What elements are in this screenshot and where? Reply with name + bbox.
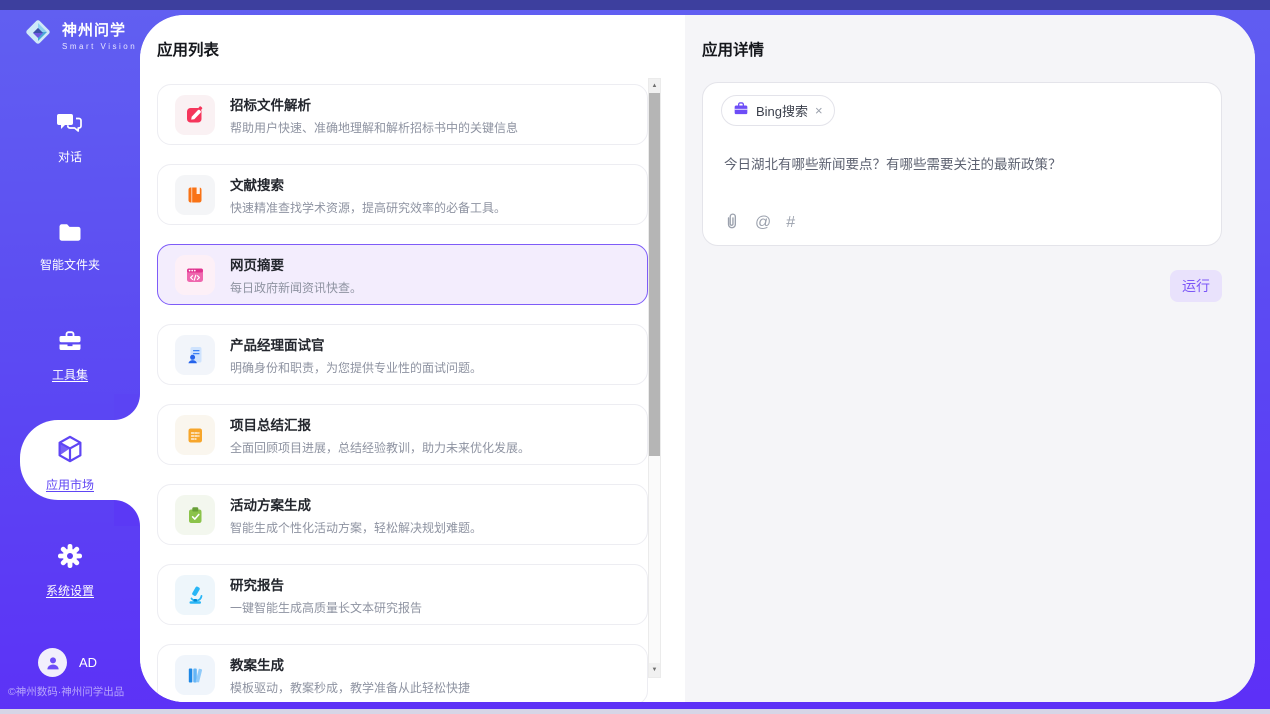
plugin-chip-label: Bing搜索 [756,101,808,120]
sidebar-item-settings[interactable]: 系统设置 [0,542,140,599]
prompt-card: Bing搜索 × 今日湖北有哪些新闻要点？有哪些需要关注的最新政策？ @ # [702,82,1222,246]
bottom-edge-strip [0,709,1270,714]
main-content: 应用列表 招标文件解析 帮助用户快速、准确地理解和解析招标书中的关键信息 [140,15,1255,702]
app-card-name: 文献搜索 [230,174,506,194]
app-card-literature-search[interactable]: 文献搜索 快速精准查找学术资源，提高研究效率的必备工具。 [157,164,648,225]
app-card-desc: 帮助用户快速、准确地理解和解析招标书中的关键信息 [230,119,518,136]
interviewer-icon [175,335,215,375]
paperclip-icon[interactable] [723,211,740,235]
sidebar-item-label: 系统设置 [46,582,94,599]
app-card-research-report[interactable]: 研究报告 一键智能生成高质量长文本研究报告 [157,564,648,625]
microscope-icon [175,575,215,615]
sidebar-item-app-market[interactable]: 应用市场 [0,434,140,493]
book-icon [175,175,215,215]
app-card-name: 活动方案生成 [230,494,482,514]
app-card-desc: 快速精准查找学术资源，提高研究效率的必备工具。 [230,199,506,216]
app-list-title: 应用列表 [157,38,219,60]
avatar [38,648,67,677]
chat-icon [56,110,84,141]
input-toolbar: @ # [723,211,795,235]
app-card-event-plan[interactable]: 活动方案生成 智能生成个性化活动方案，轻松解决规划难题。 [157,484,648,545]
web-code-icon [175,255,215,295]
user-name: AD [79,655,97,670]
app-card-name: 教案生成 [230,654,470,674]
sidebar-item-label: 工具集 [52,366,88,383]
toolbox-icon [56,328,84,359]
folder-icon [56,220,84,249]
brand-name: 神州问学 [62,19,137,40]
top-edge-strip [0,0,1270,10]
brand-logo: 神州问学 Smart Vision [22,16,137,53]
app-card-desc: 每日政府新闻资讯快查。 [230,279,362,296]
clipboard-check-icon [175,495,215,535]
scroll-up-arrow-icon[interactable]: ▲ [649,79,660,93]
hash-icon[interactable]: # [786,214,795,232]
app-card-pm-interviewer[interactable]: 产品经理面试官 明确身份和职责，为您提供专业性的面试问题。 [157,324,648,385]
sidebar-item-label: 对话 [58,148,82,165]
at-sign-icon[interactable]: @ [755,214,771,232]
app-card-bid-parse[interactable]: 招标文件解析 帮助用户快速、准确地理解和解析招标书中的关键信息 [157,84,648,145]
plugin-chip-bing-search[interactable]: Bing搜索 × [721,95,835,126]
app-card-name: 网页摘要 [230,254,362,274]
app-card-project-summary[interactable]: 项目总结汇报 全面回顾项目进展，总结经验教训，助力未来优化发展。 [157,404,648,465]
copyright-text: ©神州数码·神州问学出品 [8,684,124,699]
edit-document-icon [175,95,215,135]
app-detail-panel: 应用详情 Bing搜索 × 今日湖北有哪些新闻要点？有哪些需要关注的最新政策？ [685,15,1255,702]
gear-icon [56,542,84,575]
app-card-desc: 全面回顾项目进展，总结经验教训，助力未来优化发展。 [230,439,530,456]
user-profile[interactable]: AD [38,648,97,677]
bubble-corner-bottom [114,500,140,526]
run-button[interactable]: 运行 [1170,270,1222,302]
sidebar-item-chat[interactable]: 对话 [0,110,140,165]
bubble-corner-top [114,394,140,420]
app-card-name: 项目总结汇报 [230,414,530,434]
cube-icon [55,434,85,469]
app-card-name: 产品经理面试官 [230,334,482,354]
sidebar-item-label: 应用市场 [46,476,94,493]
brand-diamond-icon [22,16,54,53]
briefcase-icon [733,101,749,121]
sidebar-item-smart-folder[interactable]: 智能文件夹 [0,220,140,273]
app-card-desc: 模板驱动，教案秒成，教学准备从此轻松快捷 [230,679,470,696]
app-window: 神州问学 Smart Vision 对话 智能文件夹 [0,0,1270,714]
query-input[interactable]: 今日湖北有哪些新闻要点？有哪些需要关注的最新政策？ [724,153,1194,173]
scroll-down-arrow-icon[interactable]: ▼ [649,663,660,677]
app-card-desc: 明确身份和职责，为您提供专业性的面试问题。 [230,359,482,376]
close-icon[interactable]: × [815,104,823,117]
brand-subtitle: Smart Vision [62,42,137,51]
sidebar: 神州问学 Smart Vision 对话 智能文件夹 [0,0,140,714]
app-list-panel: 应用列表 招标文件解析 帮助用户快速、准确地理解和解析招标书中的关键信息 [140,15,685,702]
app-card-name: 研究报告 [230,574,422,594]
app-card-name: 招标文件解析 [230,94,518,114]
list-scrollbar[interactable]: ▲ ▼ [648,78,661,678]
sidebar-item-toolset[interactable]: 工具集 [0,328,140,383]
app-card-web-summary[interactable]: 网页摘要 每日政府新闻资讯快查。 [157,244,648,305]
app-detail-title: 应用详情 [702,38,764,60]
app-list: 招标文件解析 帮助用户快速、准确地理解和解析招标书中的关键信息 文献搜索 [157,84,648,702]
sidebar-item-label: 智能文件夹 [40,256,100,273]
memo-icon [175,415,215,455]
app-card-desc: 智能生成个性化活动方案，轻松解决规划难题。 [230,519,482,536]
scrollbar-thumb[interactable] [649,93,660,456]
app-card-desc: 一键智能生成高质量长文本研究报告 [230,599,422,616]
books-icon [175,655,215,695]
app-card-lesson-plan[interactable]: 教案生成 模板驱动，教案秒成，教学准备从此轻松快捷 [157,644,648,702]
